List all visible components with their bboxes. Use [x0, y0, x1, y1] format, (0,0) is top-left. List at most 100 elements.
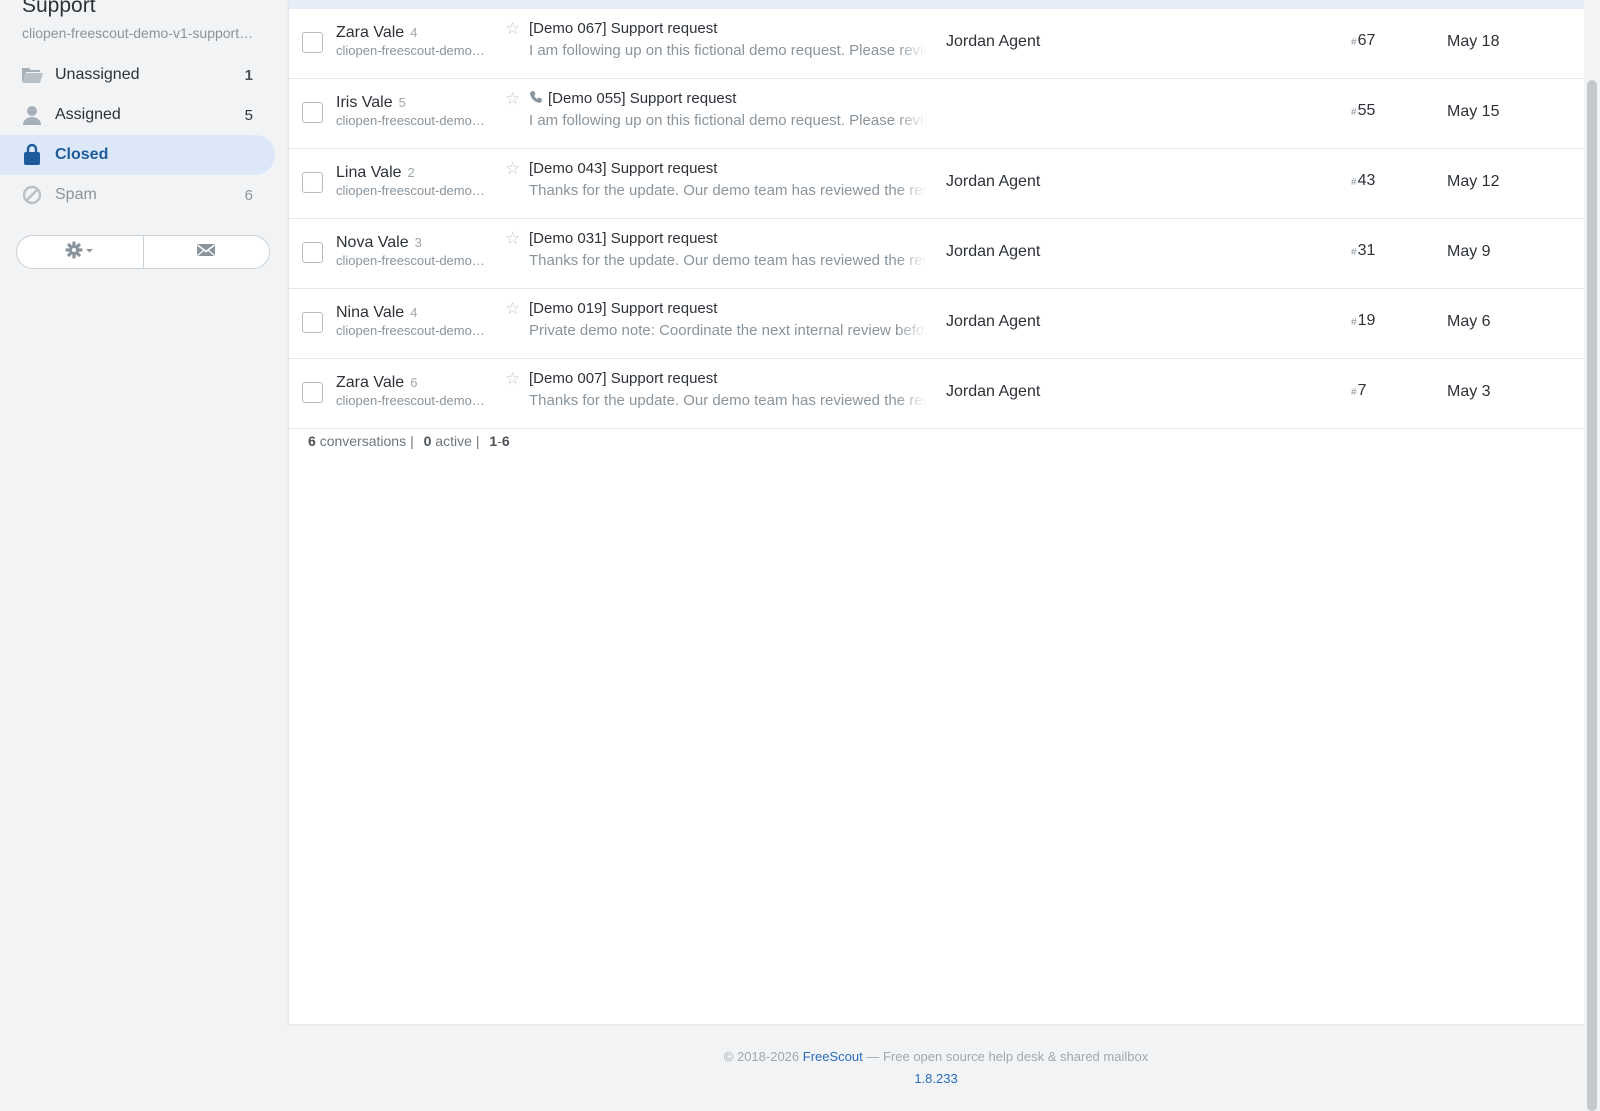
customer-name[interactable]: Zara Vale 6: [336, 374, 417, 392]
copyright-text: © 2018-2026: [723, 1049, 800, 1064]
sidebar: Support cliopen-freescout-demo-v1-suppor…: [0, 0, 283, 1111]
folder-label: Assigned: [55, 106, 121, 123]
row-checkbox[interactable]: [302, 242, 323, 263]
customer-name-text: Lina Vale: [336, 164, 402, 181]
subject-text: [Demo 019] Support request: [529, 300, 718, 317]
conversation-row[interactable]: Zara Vale 6 cliopen-freescout-demo-custome…: [289, 359, 1585, 429]
hash-icon: #: [1351, 37, 1357, 48]
customer-name[interactable]: Nova Vale 3: [336, 234, 422, 252]
number-text: 43: [1357, 172, 1376, 189]
conversation-preview[interactable]: Thanks for the update. Our demo team has…: [529, 182, 927, 199]
number-text: 7: [1357, 382, 1367, 399]
row-checkbox[interactable]: [302, 32, 323, 53]
customer-name[interactable]: Iris Vale 5: [336, 94, 406, 112]
conversation-number: #7: [1351, 382, 1366, 400]
conversation-subject[interactable]: [Demo 007] Support request: [529, 370, 717, 387]
conversation-row[interactable]: Zara Vale 4 cliopen-freescout-demo-custome…: [289, 9, 1585, 79]
customer-name[interactable]: Zara Vale 4: [336, 24, 417, 42]
assignee: Jordan Agent: [946, 243, 1041, 260]
active-count: 0: [423, 433, 432, 449]
folder-count: 5: [244, 106, 253, 124]
row-checkbox[interactable]: [302, 382, 323, 403]
scrollbar-thumb[interactable]: [1587, 80, 1597, 1111]
number-text: 31: [1357, 242, 1376, 259]
conversation-row[interactable]: Nova Vale 3 cliopen-freescout-demo-custome…: [289, 219, 1585, 289]
folder-unassigned[interactable]: Unassigned 1: [0, 55, 275, 95]
conversation-preview[interactable]: Private demo note: Coordinate the next i…: [529, 322, 927, 339]
folder-spam[interactable]: Spam 6: [0, 175, 275, 215]
footer: © 2018-2026 FreeScout — Free open source…: [288, 1049, 1584, 1086]
row-checkbox[interactable]: [302, 172, 323, 193]
conversation-list: Zara Vale 4 cliopen-freescout-demo-custome…: [289, 9, 1585, 429]
conversation-preview[interactable]: Thanks for the update. Our demo team has…: [529, 252, 927, 269]
conversation-subject[interactable]: [Demo 055] Support request: [529, 90, 736, 107]
star-icon[interactable]: ☆: [505, 299, 520, 319]
star-icon[interactable]: ☆: [505, 229, 520, 249]
conversation-row[interactable]: Iris Vale 5 cliopen-freescout-demo-custome…: [289, 79, 1585, 149]
hash-icon: #: [1351, 177, 1357, 188]
customer-name[interactable]: Lina Vale 2: [336, 164, 415, 182]
row-checkbox[interactable]: [302, 102, 323, 123]
thread-count: 6: [410, 375, 418, 390]
compose-button[interactable]: [142, 236, 270, 268]
mailbox-email: cliopen-freescout-demo-v1-support@exampl…: [22, 25, 254, 41]
customer-name-text: Iris Vale: [336, 94, 393, 111]
conversation-subject[interactable]: [Demo 067] Support request: [529, 20, 717, 37]
conversation-preview[interactable]: I am following up on this fictional demo…: [529, 42, 927, 59]
thread-count: 2: [407, 165, 415, 180]
conversation-subject[interactable]: [Demo 031] Support request: [529, 230, 717, 247]
total-count: 6: [308, 433, 316, 449]
folder-open-icon: [20, 63, 44, 87]
folder-count: 6: [244, 186, 253, 204]
folder-label: Closed: [55, 146, 109, 163]
star-icon[interactable]: ☆: [505, 369, 520, 389]
thread-count: 4: [410, 305, 418, 320]
footer-tagline: — Free open source help desk & shared ma…: [866, 1049, 1149, 1064]
customer-email: cliopen-freescout-demo-customer@example.…: [336, 113, 486, 128]
range-start: 1: [489, 433, 498, 449]
row-checkbox[interactable]: [302, 312, 323, 333]
conversation-preview[interactable]: I am following up on this fictional demo…: [529, 112, 927, 129]
conversation-row[interactable]: Lina Vale 2 cliopen-freescout-demo-custome…: [289, 149, 1585, 219]
customer-email: cliopen-freescout-demo-customer@example.…: [336, 43, 486, 58]
folder-list: Unassigned 1 Assigned 5 Closed Spam 6: [0, 55, 275, 215]
table-header-strip: [289, 0, 1585, 9]
settings-dropdown-button[interactable]: [17, 236, 143, 268]
conversation-date: May 3: [1447, 383, 1491, 400]
hash-icon: #: [1351, 107, 1357, 118]
assignee: Jordan Agent: [946, 313, 1041, 330]
conversation-subject[interactable]: [Demo 019] Support request: [529, 300, 717, 317]
number-text: 19: [1357, 312, 1376, 329]
star-icon[interactable]: ☆: [505, 159, 520, 179]
gear-icon: [65, 241, 95, 264]
assignee: Jordan Agent: [946, 173, 1041, 190]
conversation-number: #43: [1351, 172, 1375, 190]
version-link[interactable]: 1.8.233: [288, 1071, 1584, 1086]
conversation-date: May 12: [1447, 173, 1500, 190]
user-icon: [20, 103, 44, 127]
subject-text: [Demo 055] Support request: [548, 90, 737, 107]
hash-icon: #: [1351, 387, 1357, 398]
scrollbar[interactable]: [1584, 0, 1600, 1111]
subject-text: [Demo 043] Support request: [529, 160, 718, 177]
star-icon[interactable]: ☆: [505, 19, 520, 39]
conversation-preview[interactable]: Thanks for the update. Our demo team has…: [529, 392, 927, 409]
folder-assigned[interactable]: Assigned 5: [0, 95, 275, 135]
number-text: 55: [1357, 102, 1376, 119]
conversation-date: May 9: [1447, 243, 1491, 260]
customer-name[interactable]: Nina Vale 4: [336, 304, 417, 322]
range-end: 6: [501, 433, 510, 449]
customer-name-text: Nina Vale: [336, 304, 405, 321]
conversation-number: #55: [1351, 102, 1375, 120]
subject-text: [Demo 067] Support request: [529, 20, 718, 37]
conversation-row[interactable]: Nina Vale 4 cliopen-freescout-demo-custome…: [289, 289, 1585, 359]
assignee: Jordan Agent: [946, 33, 1041, 50]
mailbox-title[interactable]: Support: [22, 0, 96, 18]
folder-label: Unassigned: [55, 66, 140, 83]
folder-closed[interactable]: Closed: [0, 135, 275, 175]
conversation-subject[interactable]: [Demo 043] Support request: [529, 160, 717, 177]
list-summary: 6 conversations | 0 active | 1-6: [308, 433, 510, 449]
freescout-link[interactable]: FreeScout: [803, 1049, 863, 1064]
envelope-icon: [196, 242, 216, 263]
star-icon[interactable]: ☆: [505, 89, 520, 109]
